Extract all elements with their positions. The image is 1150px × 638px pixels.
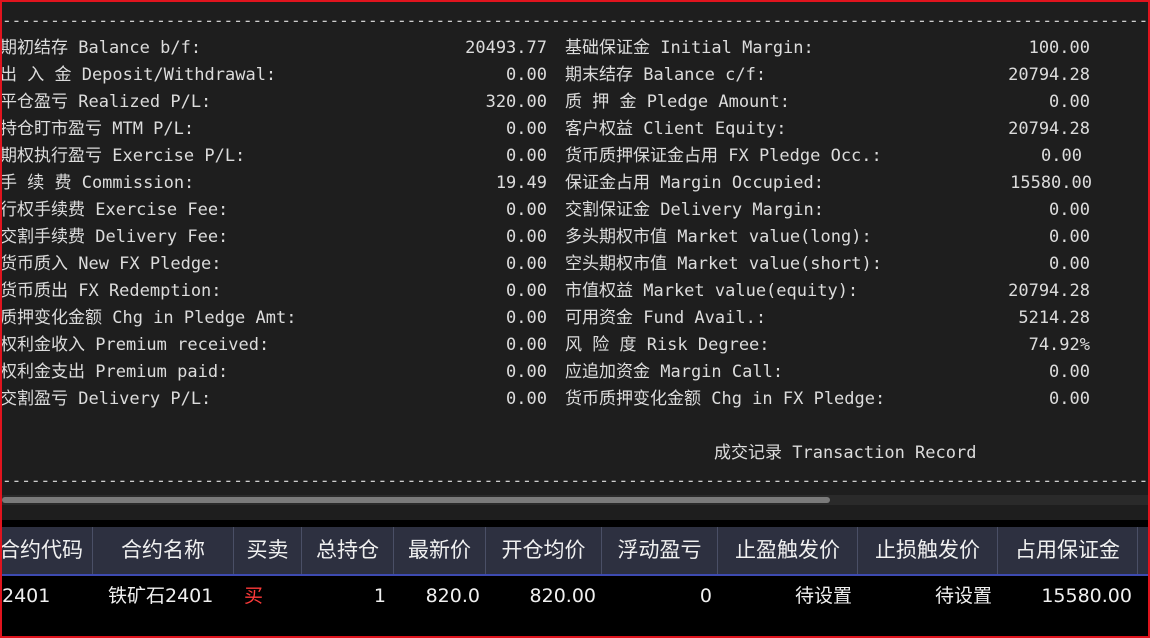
left-value: 0.00 <box>506 308 547 328</box>
separator-bottom: ----------------------------------------… <box>2 476 1150 486</box>
cell-avg-open: 820.00 <box>529 585 596 607</box>
cell-name: 铁矿石2401 <box>108 585 214 607</box>
cell-sl-trigger: 待设置 <box>934 585 992 607</box>
right-label: 基础保证金 Initial Margin: <box>565 38 814 58</box>
left-label: 权利金支出 Premium paid: <box>0 362 229 382</box>
scrollbar-thumb[interactable] <box>2 497 830 503</box>
transaction-record-title: 成交记录 Transaction Record <box>714 443 977 463</box>
left-label: 期权执行盈亏 Exercise P/L: <box>0 146 246 166</box>
app-window: ----------------------------------------… <box>0 0 1150 638</box>
right-value: 100.00 <box>1028 38 1090 58</box>
col-header-total[interactable]: 总持仓 <box>302 527 394 574</box>
table-header: 合约代码 合约名称 买卖 总持仓 最新价 开仓均价 浮动盈亏 止盈触发价 止损触… <box>2 527 1148 576</box>
left-value: 0.00 <box>506 227 547 247</box>
left-value: 0.00 <box>506 119 547 139</box>
left-value: 0.00 <box>506 362 547 382</box>
col-header-margin[interactable]: 占用保证金 <box>998 527 1138 574</box>
right-label: 交割保证金 Delivery Margin: <box>565 200 824 220</box>
left-value: 320.00 <box>485 92 547 112</box>
left-label: 出 入 金 Deposit/Withdrawal: <box>0 65 277 85</box>
cell-margin: 15580.00 <box>1041 585 1132 607</box>
right-value: 20794.28 <box>1008 65 1090 85</box>
cell-code: 2401 <box>2 585 51 607</box>
right-value: 0.00 <box>1049 389 1090 409</box>
right-value: 5214.28 <box>1018 308 1090 328</box>
cell-float-pl: 0 <box>699 585 712 607</box>
right-label: 应追加资金 Margin Call: <box>565 362 784 382</box>
col-header-tp-trigger[interactable]: 止盈触发价 <box>718 527 858 574</box>
left-value: 0.00 <box>506 146 547 166</box>
right-label: 货币质押保证金占用 FX Pledge Occ.: <box>565 146 882 166</box>
right-value: 0.00 <box>1049 254 1090 274</box>
table-row[interactable]: 2401 铁矿石2401 买 1 820.0 820.00 0 待设置 待设置 … <box>2 578 1148 614</box>
col-header-avg-open[interactable]: 开仓均价 <box>486 527 602 574</box>
cell-tp-trigger: 待设置 <box>794 585 852 607</box>
cell-total: 1 <box>373 585 386 607</box>
left-label: 交割盈亏 Delivery P/L: <box>0 389 212 409</box>
left-value: 20493.77 <box>465 38 547 58</box>
right-label: 期末结存 Balance c/f: <box>565 65 767 85</box>
col-header-side[interactable]: 买卖 <box>234 527 302 574</box>
right-label: 保证金占用 Margin Occupied: <box>565 173 824 193</box>
positions-table: 合约代码 合约名称 买卖 总持仓 最新价 开仓均价 浮动盈亏 止盈触发价 止损触… <box>2 520 1148 636</box>
right-value: 0.00 <box>1049 227 1090 247</box>
right-value: 20794.28 <box>1008 281 1090 301</box>
col-header-name[interactable]: 合约名称 <box>93 527 234 574</box>
left-value: 0.00 <box>506 254 547 274</box>
right-label: 风 险 度 Risk Degree: <box>565 335 770 355</box>
left-label: 质押变化金额 Chg in Pledge Amt: <box>0 308 297 328</box>
right-label: 货币质押变化金额 Chg in FX Pledge: <box>565 389 886 409</box>
left-label: 平仓盈亏 Realized P/L: <box>0 92 212 112</box>
right-value: 0.00 <box>1049 362 1090 382</box>
left-label: 手 续 费 Commission: <box>0 173 195 193</box>
col-header-last[interactable]: 最新价 <box>394 527 486 574</box>
left-value: 0.00 <box>506 281 547 301</box>
right-label: 多头期权市值 Market value(long): <box>565 227 872 247</box>
left-value: 19.49 <box>495 173 547 193</box>
right-value: 0.00 <box>1049 200 1090 220</box>
col-header-sl-trigger[interactable]: 止损触发价 <box>858 527 998 574</box>
separator-top: ----------------------------------------… <box>2 16 1150 26</box>
left-value: 0.00 <box>506 65 547 85</box>
left-label: 持仓盯市盈亏 MTM P/L: <box>0 119 195 139</box>
left-label: 期初结存 Balance b/f: <box>0 38 202 58</box>
left-label: 权利金收入 Premium received: <box>0 335 270 355</box>
account-statement: ----------------------------------------… <box>2 2 1148 492</box>
right-value: 0.00 <box>1049 92 1090 112</box>
right-value: 15580.00 <box>1010 173 1092 193</box>
cell-side: 买 <box>244 585 264 607</box>
left-label: 交割手续费 Delivery Fee: <box>0 227 229 247</box>
right-label: 客户权益 Client Equity: <box>565 119 787 139</box>
col-header-float-pl[interactable]: 浮动盈亏 <box>602 527 718 574</box>
right-value: 0.00 <box>1041 146 1082 166</box>
right-value: 20794.28 <box>1008 119 1090 139</box>
right-label: 空头期权市值 Market value(short): <box>565 254 882 274</box>
left-label: 货币质出 FX Redemption: <box>0 281 222 301</box>
right-label: 可用资金 Fund Avail.: <box>565 308 767 328</box>
left-value: 0.00 <box>506 335 547 355</box>
left-label: 行权手续费 Exercise Fee: <box>0 200 229 220</box>
horizontal-scrollbar[interactable] <box>2 495 1148 505</box>
left-value: 0.00 <box>506 389 547 409</box>
left-value: 0.00 <box>506 200 547 220</box>
right-label: 质 押 金 Pledge Amount: <box>565 92 790 112</box>
col-header-code[interactable]: 合约代码 <box>2 527 93 574</box>
right-value: 74.92% <box>1028 335 1090 355</box>
right-label: 市值权益 Market value(equity): <box>565 281 859 301</box>
cell-last: 820.0 <box>425 585 480 607</box>
left-label: 货币质入 New FX Pledge: <box>0 254 222 274</box>
